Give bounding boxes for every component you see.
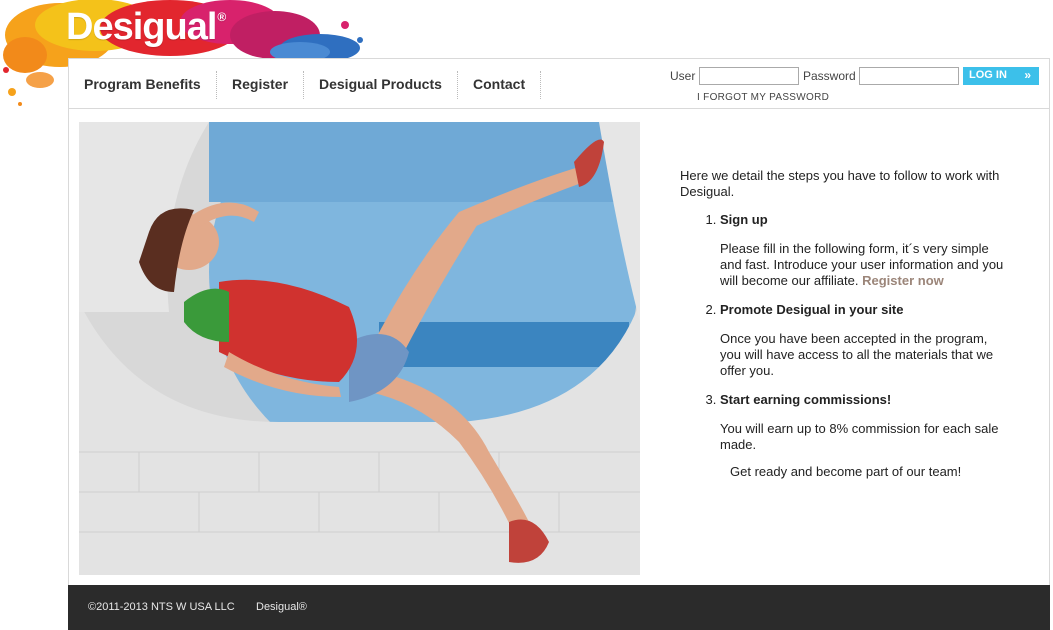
list-item: Promote Desigual in your site Once you h… xyxy=(720,302,1010,379)
password-label: Password xyxy=(803,69,856,83)
closing-text: Get ready and become part of our team! xyxy=(730,464,962,479)
nav-contact[interactable]: Contact xyxy=(473,71,525,97)
intro-text: Here we detail the steps you have to fol… xyxy=(680,168,1000,199)
user-label: User xyxy=(670,69,696,83)
footer-brand-link[interactable]: Desigual® xyxy=(256,601,307,613)
step-title: Start earning commissions! xyxy=(720,392,892,407)
step-title: Sign up xyxy=(720,212,768,227)
copyright-text: ©2011-2013 NTS W USA LLC xyxy=(88,601,235,613)
top-navbar: Program Benefits Register Desigual Produ… xyxy=(69,59,1049,109)
nav-divider xyxy=(457,71,458,99)
hero-image xyxy=(79,122,640,575)
step-body: Please fill in the following form, it´s … xyxy=(720,241,1004,288)
logo-wordmark: Desigual® xyxy=(66,6,226,48)
double-chevron-right-icon: » xyxy=(1024,68,1031,82)
list-item: Start earning commissions! You will earn… xyxy=(720,392,1010,453)
nav-register[interactable]: Register xyxy=(232,71,288,97)
password-input[interactable] xyxy=(859,67,959,85)
user-input[interactable] xyxy=(699,67,799,85)
nav-divider xyxy=(303,71,304,99)
login-button[interactable]: LOG IN » xyxy=(963,67,1039,85)
step-title: Promote Desigual in your site xyxy=(720,302,904,317)
step-body: Once you have been accepted in the progr… xyxy=(720,331,994,378)
nav-divider xyxy=(216,71,217,99)
list-item: Sign up Please fill in the following for… xyxy=(720,212,1010,289)
program-steps-content: Here we detail the steps you have to fol… xyxy=(680,168,1010,480)
login-button-label: LOG IN xyxy=(969,69,1007,81)
nav-desigual-products[interactable]: Desigual Products xyxy=(319,71,442,97)
step-body: You will earn up to 8% commission for ea… xyxy=(720,421,999,452)
nav-divider xyxy=(540,71,541,99)
steps-list: Sign up Please fill in the following for… xyxy=(680,212,1010,453)
main-frame: Program Benefits Register Desigual Produ… xyxy=(68,58,1050,630)
footer: ©2011-2013 NTS W USA LLC Desigual® xyxy=(68,585,1050,630)
forgot-password-link[interactable]: I FORGOT MY PASSWORD xyxy=(697,92,829,103)
register-now-link[interactable]: Register now xyxy=(862,273,944,288)
nav-program-benefits[interactable]: Program Benefits xyxy=(84,71,201,97)
